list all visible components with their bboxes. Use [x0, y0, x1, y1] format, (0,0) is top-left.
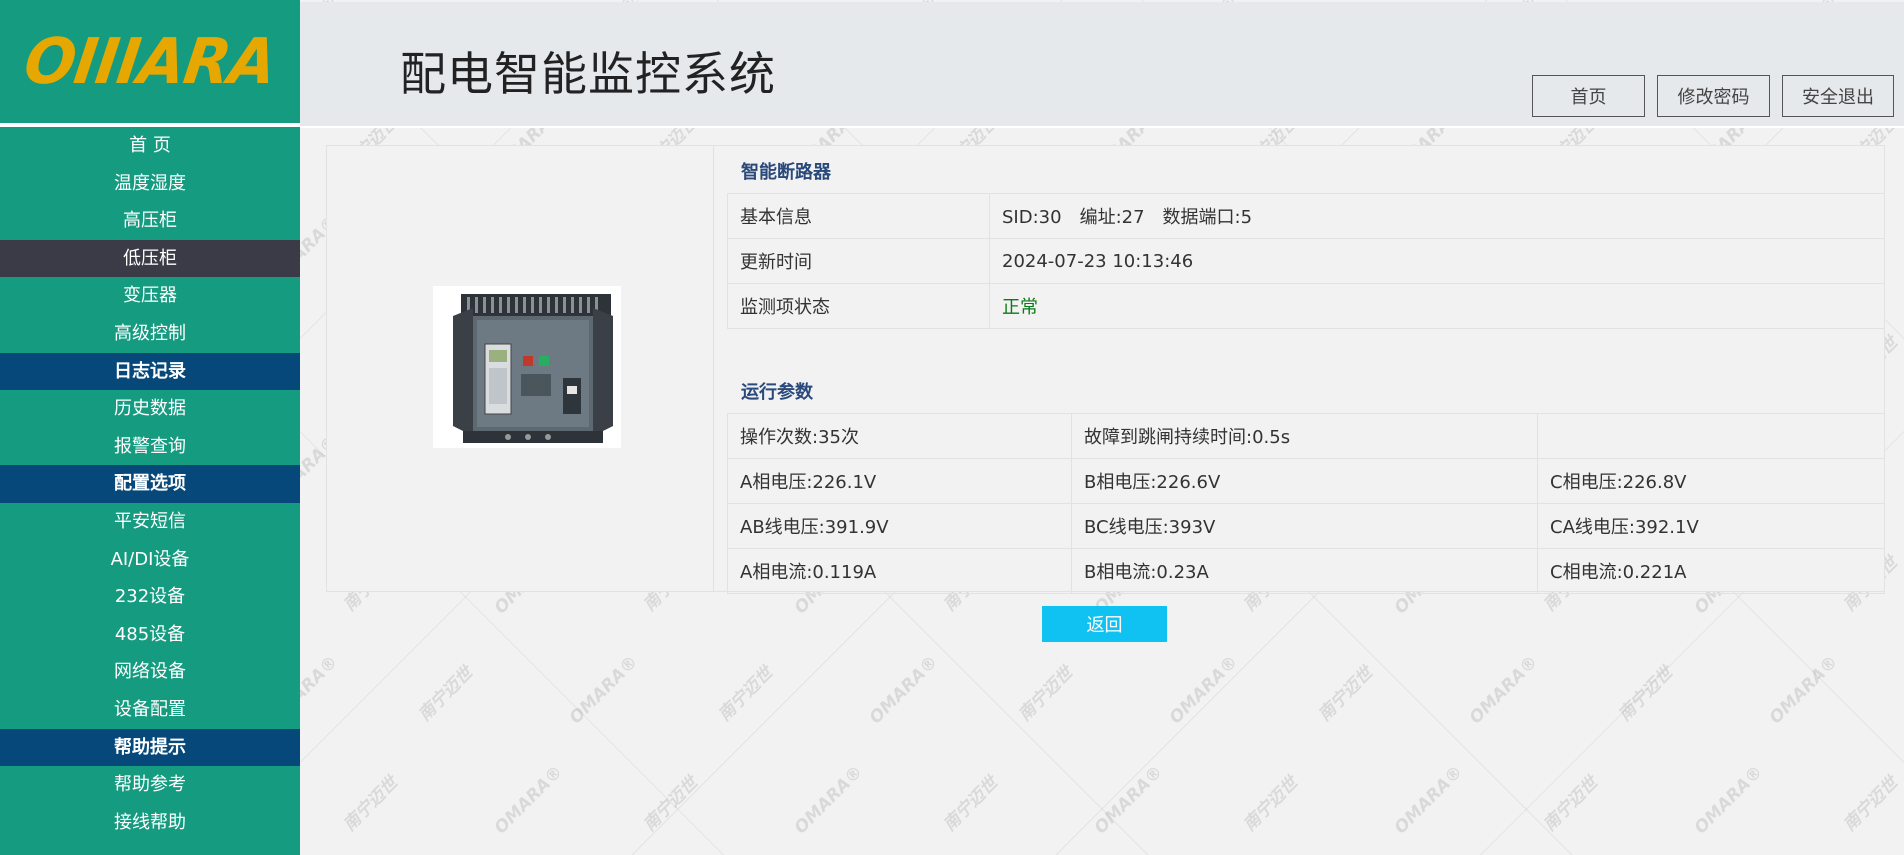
- info-label-status: 监测项状态: [727, 283, 990, 329]
- info-label-update: 更新时间: [727, 238, 990, 284]
- table-row: 监测项状态 正常: [727, 283, 1885, 329]
- sidebar-section-header: 日志记录: [0, 352, 300, 391]
- device-info-table: 基本信息 SID:30 编址:27 数据端口:5 更新时间 2024-07-23…: [727, 193, 1885, 329]
- info-value-update: 2024-07-23 10:13:46: [989, 238, 1885, 284]
- table-row: 更新时间 2024-07-23 10:13:46: [727, 238, 1885, 284]
- sidebar-section-header: 配置选项: [0, 465, 300, 503]
- sidebar-section-header: 帮助提示: [0, 728, 300, 767]
- sidebar-item[interactable]: 变压器: [0, 277, 300, 315]
- status-badge: 正常: [989, 283, 1885, 329]
- sidebar-item[interactable]: 485设备: [0, 616, 300, 654]
- watermark-text: 南宁迈世: [1014, 663, 1077, 726]
- sidebar-nav: 首 页温度湿度 高压柜 低压柜 变压器 高级控制 日志记录 历史数据 报警查询 配置选项 平安短信…: [0, 127, 300, 841]
- table-row: A相电压:226.1V B相电压:226.6V C相电压:226.8V: [727, 458, 1885, 504]
- device-panel: 智能断路器 基本信息 SID:30 编址:27 数据端口:5 更新时间 2024…: [326, 145, 1885, 594]
- watermark-text: OMARA®: [1090, 761, 1167, 839]
- param-cell: A相电流:0.119A: [727, 548, 1072, 594]
- watermark-text: 南宁迈世: [339, 773, 402, 836]
- watermark-text: 南宁迈世: [1239, 773, 1302, 836]
- sidebar-item[interactable]: 历史数据: [0, 390, 300, 428]
- circuit-breaker-image: [433, 286, 621, 448]
- param-cell: 故障到跳闸持续时间:0.5s: [1071, 413, 1538, 459]
- watermark-text: 南宁迈世: [714, 663, 777, 726]
- info-label-basic: 基本信息: [727, 193, 990, 239]
- params-section-title: 运行参数: [741, 382, 813, 403]
- watermark-text: OMARA®: [1765, 651, 1842, 729]
- param-cell: 操作次数:35次: [727, 413, 1072, 459]
- watermark-text: OMARA®: [1390, 761, 1467, 839]
- sidebar-item[interactable]: 接线帮助: [0, 804, 300, 842]
- params-table: 操作次数:35次 故障到跳闸持续时间:0.5s A相电压:226.1V B相电压:22…: [727, 413, 1885, 594]
- watermark-text: 南宁迈世: [414, 663, 477, 726]
- param-cell: C相电压:226.8V: [1537, 458, 1885, 504]
- param-cell: C相电流:0.221A: [1537, 548, 1885, 594]
- table-row: 操作次数:35次 故障到跳闸持续时间:0.5s: [727, 413, 1885, 459]
- sidebar-item[interactable]: 首 页: [0, 127, 300, 165]
- table-row: AB线电压:391.9V BC线电压:393V CA线电压:392.1V: [727, 503, 1885, 549]
- sidebar-item[interactable]: 设备配置: [0, 691, 300, 729]
- header: 配电智能监控系统 首页 修改密码 安全退出: [300, 2, 1904, 128]
- logout-button[interactable]: 安全退出: [1782, 75, 1894, 117]
- sidebar: OIIIARA 首 页温度湿度 高压柜 低压柜 变压器 高级控制 日志记录 历史数据 报警查询…: [0, 0, 300, 855]
- sidebar-item[interactable]: 高级控制: [0, 315, 300, 353]
- info-value-basic: SID:30 编址:27 数据端口:5: [989, 193, 1885, 239]
- param-cell: [1537, 413, 1885, 459]
- param-cell: AB线电压:391.9V: [727, 503, 1072, 549]
- watermark-text: OMARA®: [565, 651, 642, 729]
- sidebar-item[interactable]: 低压柜: [0, 239, 300, 278]
- watermark-text: OMARA®: [1465, 651, 1542, 729]
- sidebar-item[interactable]: 温度湿度: [0, 165, 300, 203]
- table-row: 基本信息 SID:30 编址:27 数据端口:5: [727, 193, 1885, 239]
- watermark-text: 南宁迈世: [639, 773, 702, 836]
- sidebar-item[interactable]: 网络设备: [0, 653, 300, 691]
- page: OMARA®南宁迈世OMARA®南宁迈世OMARA®南宁迈世OMARA®南宁迈世…: [0, 0, 1904, 855]
- sidebar-item[interactable]: 报警查询: [0, 428, 300, 466]
- param-cell: CA线电压:392.1V: [1537, 503, 1885, 549]
- home-button[interactable]: 首页: [1532, 75, 1645, 117]
- device-image-cell: [327, 146, 714, 591]
- change-password-button[interactable]: 修改密码: [1657, 75, 1770, 117]
- watermark-text: OMARA®: [490, 761, 567, 839]
- param-cell: B相电流:0.23A: [1071, 548, 1538, 594]
- watermark-text: 南宁迈世: [1614, 663, 1677, 726]
- watermark-text: 南宁迈世: [1839, 773, 1902, 836]
- watermark-text: OMARA®: [1165, 651, 1242, 729]
- logo-text: OIIIARA: [19, 24, 281, 99]
- watermark-text: OMARA®: [790, 761, 867, 839]
- param-cell: BC线电压:393V: [1071, 503, 1538, 549]
- table-row: A相电流:0.119A B相电流:0.23A C相电流:0.221A: [727, 548, 1885, 594]
- device-details: 智能断路器 基本信息 SID:30 编址:27 数据端口:5 更新时间 2024…: [727, 146, 1885, 594]
- logo: OIIIARA: [0, 0, 300, 127]
- watermark-text: OMARA®: [1690, 761, 1767, 839]
- device-section-title: 智能断路器: [741, 162, 831, 183]
- sidebar-item[interactable]: 232设备: [0, 578, 300, 616]
- watermark-text: 南宁迈世: [1539, 773, 1602, 836]
- sidebar-item[interactable]: 高压柜: [0, 202, 300, 240]
- watermark-text: 南宁迈世: [1314, 663, 1377, 726]
- param-cell: B相电压:226.6V: [1071, 458, 1538, 504]
- back-button[interactable]: 返回: [1042, 606, 1167, 642]
- watermark-text: OMARA®: [865, 651, 942, 729]
- sidebar-item[interactable]: 帮助参考: [0, 766, 300, 804]
- page-title: 配电智能监控系统: [400, 47, 776, 101]
- watermark-text: OMARA®: [300, 651, 342, 729]
- watermark-text: 南宁迈世: [939, 773, 1002, 836]
- sidebar-item[interactable]: 平安短信: [0, 503, 300, 541]
- sidebar-item[interactable]: AI/DI设备: [0, 541, 300, 579]
- param-cell: A相电压:226.1V: [727, 458, 1072, 504]
